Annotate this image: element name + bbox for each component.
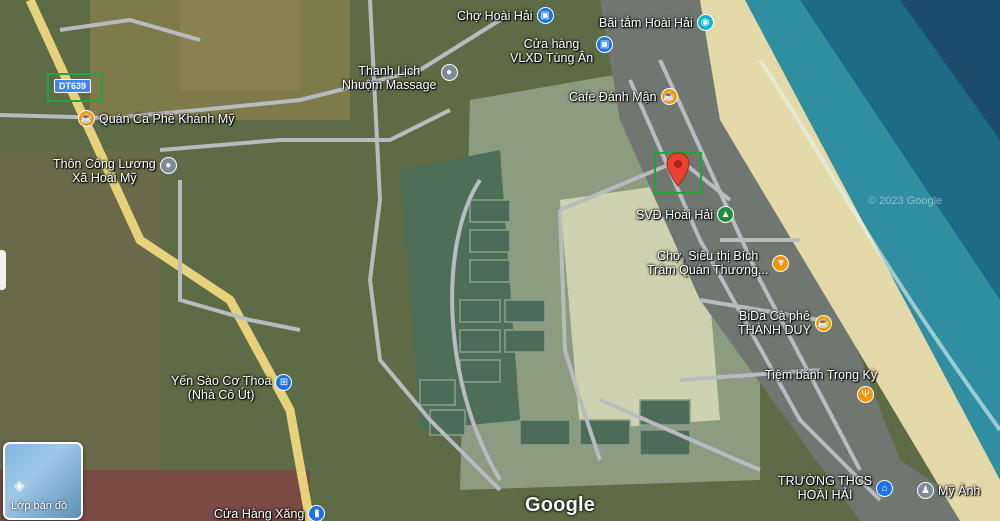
poi-label: TRƯỜNG THCS HOÀI HẢI	[778, 474, 872, 502]
poi-my-anh[interactable]: ♟ Mỹ Ánh	[917, 482, 980, 499]
poi-tiem-banh-trong-ky[interactable]: Tiệm bánh Trọng Kỳ	[765, 368, 877, 382]
poi-cho-sieu-thi-bich-tram[interactable]: Chợ, Siêu thị Bích Trâm Quán Thương... ▼	[647, 249, 790, 277]
poi-label: Thanh Lịch Nhuộm Massage	[342, 64, 437, 92]
poi-label-line2: VLXD Tùng Ân	[510, 51, 594, 65]
layers-icon: ◈	[14, 477, 25, 493]
cafe-icon: ☕	[660, 88, 678, 105]
poi-label: Cafe Đánh Mận	[569, 89, 657, 104]
poi-label: Chợ, Siêu thị Bích Trâm Quán Thương...	[647, 249, 768, 277]
layers-button[interactable]: ◈ Lớp bản đồ	[3, 442, 83, 520]
camera-icon: ◉	[696, 14, 714, 31]
map-imagery	[0, 0, 1000, 521]
poi-label: Chợ Hoài Hải	[457, 8, 533, 23]
poi-label-line1: Thanh Lịch	[358, 64, 421, 78]
poi-label: SVĐ Hoài Hải	[636, 207, 714, 222]
poi-label-line2: Xã Hoài Mỹ	[72, 171, 137, 185]
poi-label: Cửa hàng VLXD Tùng Ân	[510, 37, 593, 65]
poi-cua-hang-vlxd[interactable]: Cửa hàng VLXD Tùng Ân ▣	[510, 35, 614, 65]
pin-icon: ●	[159, 156, 177, 174]
poi-label-line1: Thôn Công Lương	[53, 157, 156, 171]
poi-label-line1: Cửa hàng	[523, 37, 580, 51]
poi-label: Tiệm bánh Trọng Kỳ	[765, 368, 878, 382]
poi-label: Bãi tắm Hoài Hải	[599, 15, 693, 30]
poi-label-line1: Yến Sào Cơ Thoa	[171, 374, 272, 388]
poi-quan-ca-phe-khanh-my[interactable]: ☕ Quán Cà Phê Khánh Mỹ	[78, 110, 235, 127]
poi-thon-cong-luong[interactable]: Thôn Công Lương Xã Hoài Mỹ ●	[53, 156, 177, 185]
people-icon: ♟	[917, 482, 934, 499]
layers-button-label: Lớp bản đồ	[11, 500, 68, 512]
poi-svd-hoai-hai[interactable]: SVĐ Hoài Hải ▲	[636, 206, 735, 223]
fork-knife-icon: Ψ	[857, 386, 874, 403]
poi-cho-hoai-hai[interactable]: Chợ Hoài Hải ▣	[457, 7, 554, 24]
school-icon: ⌂	[876, 479, 894, 497]
poi-label-line1: BiDa Cà phê	[739, 309, 810, 323]
cafe-icon: ☕	[814, 314, 832, 332]
poi-label: Yến Sào Cơ Thoa (Nhà Cô Út)	[171, 374, 271, 402]
gas-icon: ▮	[308, 505, 326, 521]
poi-label-line2: THÀNH DUY	[738, 323, 811, 337]
park-icon: ▲	[717, 206, 735, 223]
poi-label-line2: Nhuộm Massage	[342, 78, 437, 92]
poi-label: Thôn Công Lương Xã Hoài Mỹ	[53, 157, 156, 185]
poi-thanh-lich[interactable]: Thanh Lịch Nhuộm Massage ●	[342, 63, 458, 92]
poi-label-line2: (Nhà Cô Út)	[187, 388, 255, 402]
shopping-bag-icon: ▣	[596, 35, 614, 53]
poi-label: Cửa Hàng Xăng	[214, 506, 305, 521]
poi-bai-tam-hoai-hai[interactable]: Bãi tắm Hoài Hải ◉	[599, 14, 714, 31]
poi-cua-hang-xang[interactable]: Cửa Hàng Xăng ▮	[214, 505, 326, 521]
poi-label: Quán Cà Phê Khánh Mỹ	[99, 111, 235, 126]
location-marker-icon[interactable]	[665, 152, 691, 188]
poi-cafe-danh-man[interactable]: Cafe Đánh Mận ☕	[569, 88, 678, 105]
shopping-bag-icon: ▣	[536, 7, 554, 24]
cafe-icon: ▼	[772, 254, 790, 272]
highlight-box	[47, 73, 103, 102]
side-panel-toggle[interactable]	[0, 250, 6, 290]
cart-icon: ⊞	[275, 373, 293, 391]
poi-bida-thanh-duy[interactable]: BiDa Cà phê THÀNH DUY ☕	[738, 309, 832, 337]
poi-label: BiDa Cà phê THÀNH DUY	[738, 309, 811, 337]
poi-truong-thcs-hoai-hai[interactable]: TRƯỜNG THCS HOÀI HẢI ⌂	[778, 474, 894, 502]
satellite-map[interactable]: DT639 Chợ Hoài Hải ▣ Bãi tắm Hoài Hải ◉ …	[0, 0, 1000, 521]
poi-label-line1: TRƯỜNG THCS	[778, 474, 873, 488]
poi-label-line1: Chợ, Siêu thị Bích	[657, 249, 759, 263]
poi-label-line2: Trâm Quán Thương...	[647, 263, 769, 277]
pin-icon: ●	[440, 63, 458, 81]
poi-label-line2: HOÀI HẢI	[797, 488, 853, 502]
cafe-icon: ☕	[78, 110, 95, 127]
poi-yen-sao-co-thoa[interactable]: Yến Sào Cơ Thoa (Nhà Cô Út) ⊞	[171, 373, 293, 402]
poi-label: Mỹ Ánh	[938, 483, 981, 498]
google-logo: Google	[525, 494, 596, 516]
copyright-text: © 2023 Google	[868, 195, 943, 207]
